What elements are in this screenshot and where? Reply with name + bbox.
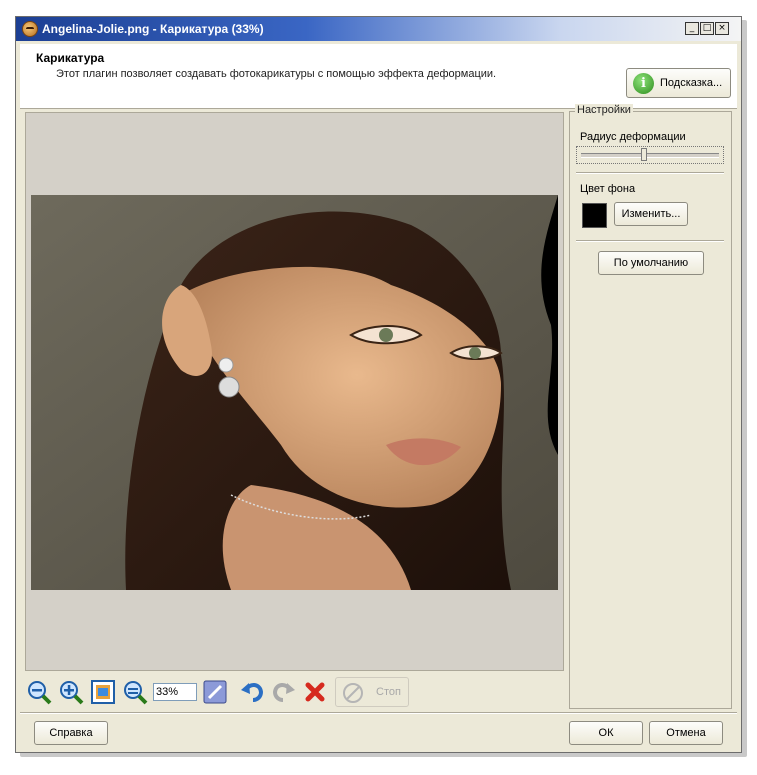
stop-button-label: Стоп xyxy=(376,686,401,698)
close-button[interactable]: × xyxy=(715,22,729,35)
delete-icon[interactable] xyxy=(301,678,329,706)
apply-icon[interactable] xyxy=(201,678,229,706)
settings-group: Настройки Радиус деформации Цвет фона Из… xyxy=(569,104,732,709)
ok-button[interactable]: ОК xyxy=(569,721,643,745)
preview-image[interactable] xyxy=(31,195,558,590)
slider-track xyxy=(581,153,719,158)
title-bar[interactable]: Angelina-Jolie.png - Карикатура (33%) _ … xyxy=(16,17,741,41)
change-color-button[interactable]: Изменить... xyxy=(614,202,688,226)
toolbar: 33% Стоп xyxy=(25,677,570,709)
zoom-in-icon[interactable] xyxy=(57,678,85,706)
app-icon xyxy=(22,21,38,37)
bg-color-label: Цвет фона xyxy=(580,183,636,195)
stop-button[interactable]: Стоп xyxy=(335,677,409,707)
help-button[interactable]: Справка xyxy=(34,721,108,745)
settings-title: Настройки xyxy=(575,104,633,116)
radius-slider[interactable] xyxy=(576,146,724,164)
zoom-out-icon[interactable] xyxy=(25,678,53,706)
hint-button-label: Подсказка... xyxy=(660,77,723,89)
zoom-input[interactable]: 33% xyxy=(153,683,197,701)
hint-button[interactable]: i Подсказка... xyxy=(626,68,731,98)
cancel-button[interactable]: Отмена xyxy=(649,721,723,745)
minimize-button[interactable]: _ xyxy=(685,22,699,35)
image-canvas[interactable] xyxy=(25,112,564,671)
portrait-illustration xyxy=(31,195,558,590)
separator xyxy=(576,172,724,174)
radius-label: Радиус деформации xyxy=(580,131,686,143)
bg-color-swatch[interactable] xyxy=(582,203,607,228)
window-title: Angelina-Jolie.png - Карикатура (33%) xyxy=(42,22,264,36)
fit-to-window-icon[interactable] xyxy=(89,678,117,706)
maximize-button[interactable]: □ xyxy=(700,22,714,35)
plugin-description: Этот плагин позволяет создавать фотокари… xyxy=(56,68,497,80)
separator xyxy=(576,240,724,242)
slider-thumb[interactable] xyxy=(641,148,648,161)
plugin-window: Angelina-Jolie.png - Карикатура (33%) _ … xyxy=(15,16,742,753)
undo-icon[interactable] xyxy=(239,678,267,706)
stop-icon xyxy=(343,683,363,703)
footer-separator xyxy=(20,712,737,714)
actual-size-icon[interactable] xyxy=(121,678,149,706)
info-icon: i xyxy=(633,73,654,94)
plugin-title: Карикатура xyxy=(36,51,105,65)
redo-icon[interactable] xyxy=(269,678,297,706)
default-button[interactable]: По умолчанию xyxy=(598,251,704,275)
